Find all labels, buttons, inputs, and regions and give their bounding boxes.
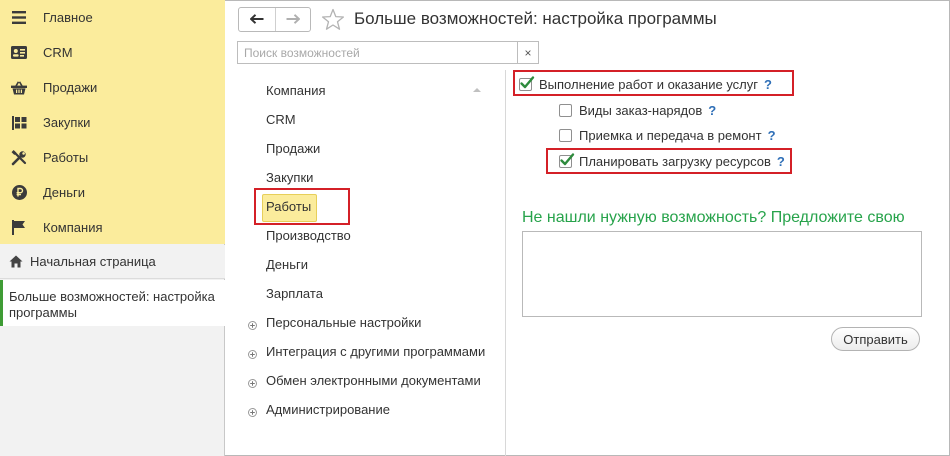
section-company[interactable]: Компания bbox=[0, 210, 225, 245]
expand-plus-icon[interactable] bbox=[248, 347, 257, 359]
help-link[interactable]: ? bbox=[768, 128, 776, 143]
section-main[interactable]: Главное bbox=[0, 0, 225, 35]
option-repair-acceptance[interactable]: Приемка и передача в ремонт ? bbox=[559, 126, 776, 144]
option-label: Виды заказ-нарядов bbox=[579, 102, 703, 118]
category-item[interactable]: Зарплата bbox=[266, 284, 323, 304]
section-label: Продажи bbox=[43, 80, 98, 95]
home-page-link[interactable]: Начальная страница bbox=[0, 245, 225, 279]
search-input[interactable] bbox=[237, 41, 518, 64]
scroll-up-arrow-icon[interactable] bbox=[472, 82, 482, 92]
favorite-star-button[interactable] bbox=[321, 8, 345, 32]
section-panel: Главное CRM Продажи Закупки Работы Деньг… bbox=[0, 0, 225, 244]
back-button[interactable] bbox=[239, 8, 275, 31]
category-item[interactable]: CRM bbox=[266, 110, 296, 130]
section-label: Закупки bbox=[43, 115, 91, 130]
category-item[interactable]: Продажи bbox=[266, 139, 320, 159]
close-icon: × bbox=[524, 45, 532, 60]
star-icon bbox=[321, 8, 345, 35]
home-icon bbox=[9, 255, 23, 269]
section-works[interactable]: Работы bbox=[0, 140, 225, 175]
section-label: Компания bbox=[43, 220, 103, 235]
category-item[interactable]: Производство bbox=[266, 226, 351, 246]
forward-button[interactable] bbox=[274, 8, 311, 31]
arrow-right-icon bbox=[286, 12, 301, 27]
sidebar: Главное CRM Продажи Закупки Работы Деньг… bbox=[0, 0, 225, 456]
expand-plus-icon[interactable] bbox=[248, 405, 257, 417]
category-group[interactable]: Персональные настройки bbox=[266, 313, 421, 333]
option-label: Приемка и передача в ремонт bbox=[579, 127, 762, 143]
highlight-frame-option bbox=[513, 70, 794, 96]
goods-grid-icon bbox=[11, 115, 27, 131]
ruble-coin-icon bbox=[11, 185, 27, 201]
section-label: Деньги bbox=[43, 185, 85, 200]
category-group[interactable]: Администрирование bbox=[266, 400, 390, 420]
tools-icon bbox=[11, 149, 27, 166]
help-link[interactable]: ? bbox=[708, 103, 716, 118]
section-money[interactable]: Деньги bbox=[0, 175, 225, 210]
section-purchases[interactable]: Закупки bbox=[0, 105, 225, 140]
basket-icon bbox=[11, 80, 27, 96]
home-label: Начальная страница bbox=[30, 254, 156, 269]
section-label: Работы bbox=[43, 150, 89, 165]
category-list: Компания CRM Продажи Закупки Работы Прои… bbox=[226, 70, 506, 456]
suggestion-textarea[interactable] bbox=[522, 231, 922, 317]
section-sales[interactable]: Продажи bbox=[0, 70, 225, 105]
option-work-order-types[interactable]: Виды заказ-нарядов ? bbox=[559, 101, 716, 119]
navigation-buttons bbox=[238, 7, 311, 32]
open-window-tab[interactable]: Больше возможностей: настройка программы bbox=[0, 280, 225, 326]
highlight-frame-option bbox=[546, 148, 792, 174]
category-item[interactable]: Закупки bbox=[266, 168, 313, 188]
panel-divider bbox=[505, 70, 506, 456]
category-group[interactable]: Обмен электронными документами bbox=[266, 371, 481, 391]
contact-card-icon bbox=[11, 45, 27, 61]
category-item[interactable]: Деньги bbox=[266, 255, 308, 275]
checkbox-unchecked[interactable] bbox=[559, 128, 572, 142]
category-item[interactable]: Компания bbox=[266, 81, 326, 101]
page-title: Больше возможностей: настройка программы bbox=[354, 9, 717, 28]
arrow-left-icon bbox=[249, 12, 264, 27]
send-button[interactable]: Отправить bbox=[831, 327, 920, 351]
category-group[interactable]: Интеграция с другими программами bbox=[266, 342, 485, 362]
expand-plus-icon[interactable] bbox=[248, 318, 257, 330]
section-label: CRM bbox=[43, 45, 73, 60]
section-crm[interactable]: CRM bbox=[0, 35, 225, 70]
menu-icon bbox=[11, 10, 27, 26]
expand-plus-icon[interactable] bbox=[248, 376, 257, 388]
suggestion-title: Не нашли нужную возможность? Предложите … bbox=[522, 209, 905, 226]
flag-icon bbox=[11, 220, 27, 236]
checkbox-unchecked[interactable] bbox=[559, 103, 572, 117]
highlight-frame-works bbox=[254, 188, 350, 225]
search-clear-button[interactable]: × bbox=[518, 41, 539, 64]
section-label: Главное bbox=[43, 10, 93, 25]
